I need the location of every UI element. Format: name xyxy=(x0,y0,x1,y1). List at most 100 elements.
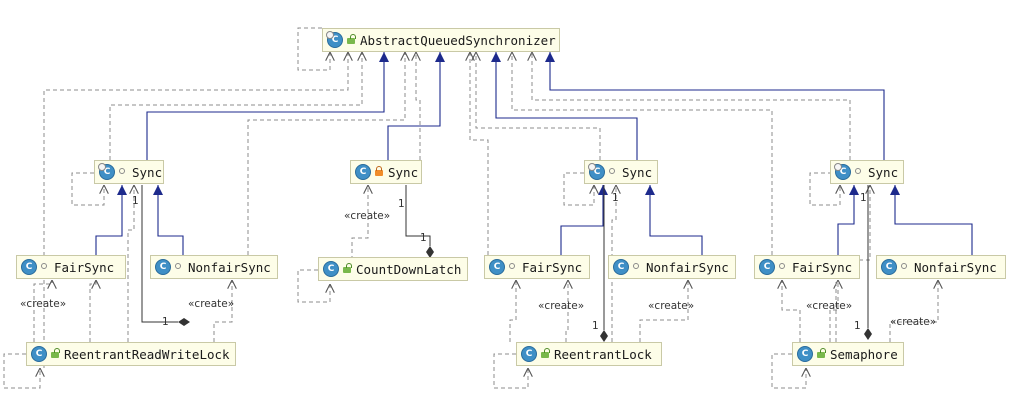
extends-nonfair-rrwl xyxy=(153,185,184,255)
open-lock-icon xyxy=(346,34,356,45)
class-fair-sync-rl[interactable]: C FairSync xyxy=(484,255,590,279)
create-label: «create» xyxy=(188,298,235,310)
multiplicity-label: 1 xyxy=(398,198,405,210)
class-sync-rrwl[interactable]: C Sync xyxy=(94,160,164,184)
class-icon: C xyxy=(31,346,47,362)
class-name: NonfairSync xyxy=(188,259,271,275)
abstract-marker-icon xyxy=(834,163,842,171)
multiplicity-label: 1 xyxy=(860,192,867,204)
class-count-down-latch[interactable]: C CountDownLatch xyxy=(318,257,468,281)
multiplicity-label: 1 xyxy=(132,195,139,207)
class-sync-sem[interactable]: C Sync xyxy=(830,160,904,184)
dep-sem-aqs xyxy=(512,52,773,255)
class-nonfair-sync-rl[interactable]: C NonfairSync xyxy=(608,255,736,279)
create-rrwl-fair-2 xyxy=(89,280,96,342)
class-icon: C xyxy=(326,31,343,48)
class-name: NonfairSync xyxy=(646,259,729,275)
class-fair-sync-sem[interactable]: C FairSync xyxy=(754,255,860,279)
class-icon: C xyxy=(355,164,371,180)
dep-rl-aqs xyxy=(470,52,489,255)
open-lock-icon xyxy=(342,263,352,274)
package-visibility-icon xyxy=(854,167,864,177)
class-nonfair-sync-rrwl[interactable]: C NonfairSync xyxy=(150,255,278,279)
multiplicity-label: 1 xyxy=(612,192,619,204)
package-visibility-icon xyxy=(118,167,128,177)
class-name: Sync xyxy=(622,164,653,180)
create-label: «create» xyxy=(890,316,937,328)
class-reentrant-lock[interactable]: C ReentrantLock xyxy=(516,342,662,366)
extends-sync-cdl xyxy=(387,52,445,160)
dependency-lines xyxy=(3,27,938,389)
multiplicity-label: 1 xyxy=(420,232,427,244)
extends-nonfair-sem xyxy=(890,185,973,255)
create-label: «create» xyxy=(806,300,853,312)
create-rrwl-nonfair xyxy=(213,280,232,342)
class-abstract-queued-synchronizer[interactable]: C AbstractQueuedSynchronizer xyxy=(322,28,560,52)
multiplicity-label: 1 xyxy=(162,316,169,328)
dep-cdl-aqs xyxy=(416,52,421,160)
create-label: «create» xyxy=(344,210,391,222)
class-name: CountDownLatch xyxy=(356,261,462,277)
class-name: Semaphore xyxy=(830,346,898,362)
create-sem-fair xyxy=(782,280,801,342)
create-rrwl-fair xyxy=(33,280,52,342)
class-icon: C xyxy=(881,259,897,275)
create-label: «create» xyxy=(538,300,585,312)
extends-fair-rrwl xyxy=(95,185,127,255)
class-sync-rl[interactable]: C Sync xyxy=(584,160,658,184)
abstract-marker-icon xyxy=(326,31,334,39)
package-visibility-icon xyxy=(632,262,642,272)
extends-fair-rl xyxy=(560,185,608,255)
create-rrwl-sync xyxy=(127,185,134,342)
class-icon: C xyxy=(521,346,537,362)
class-icon: C xyxy=(588,163,605,180)
package-visibility-icon xyxy=(174,262,184,272)
create-label: «create» xyxy=(20,298,67,310)
open-lock-icon xyxy=(540,348,550,359)
class-name: NonfairSync xyxy=(914,259,997,275)
package-visibility-icon xyxy=(40,262,50,272)
dep-fair-rrwl-aqs xyxy=(109,52,362,160)
open-lock-icon xyxy=(816,348,826,359)
inheritance-lines xyxy=(95,52,973,255)
class-name: Sync xyxy=(868,164,899,180)
multiplicity-label: 1 xyxy=(854,320,861,332)
class-name: FairSync xyxy=(792,259,853,275)
create-rl-fair xyxy=(509,280,516,342)
class-icon: C xyxy=(489,259,505,275)
class-name: Sync xyxy=(388,164,419,180)
class-name: FairSync xyxy=(54,259,115,275)
class-icon: C xyxy=(323,261,339,277)
class-icon: C xyxy=(21,259,37,275)
create-label: «create» xyxy=(648,300,695,312)
class-reentrant-read-write-lock[interactable]: C ReentrantReadWriteLock xyxy=(26,342,236,366)
dep-sync-rl-aqs xyxy=(476,52,601,160)
create-cdl-sync xyxy=(351,185,368,260)
multiplicity-label: 1 xyxy=(592,320,599,332)
package-visibility-icon xyxy=(608,167,618,177)
abstract-marker-icon xyxy=(588,163,596,171)
extends-sync-rl xyxy=(491,52,638,160)
class-icon: C xyxy=(797,346,813,362)
class-sync-cdl[interactable]: C Sync xyxy=(350,160,422,184)
class-name: ReentrantLock xyxy=(554,346,652,362)
class-semaphore[interactable]: C Semaphore xyxy=(792,342,904,366)
dep-sync-sem-aqs xyxy=(532,52,851,160)
extends-nonfair-rl xyxy=(645,185,703,255)
class-fair-sync-rrwl[interactable]: C FairSync xyxy=(16,255,126,279)
class-icon: C xyxy=(759,259,775,275)
package-visibility-icon xyxy=(508,262,518,272)
class-nonfair-sync-sem[interactable]: C NonfairSync xyxy=(876,255,1006,279)
dep-nonfair-rrwl-aqs xyxy=(247,52,405,255)
class-name: FairSync xyxy=(522,259,583,275)
comp-rrwl-sync xyxy=(141,185,190,326)
package-visibility-icon xyxy=(900,262,910,272)
class-name: Sync xyxy=(132,164,163,180)
package-visibility-icon xyxy=(778,262,788,272)
class-icon: C xyxy=(834,163,851,180)
class-name: AbstractQueuedSynchronizer xyxy=(360,32,556,48)
class-name: ReentrantReadWriteLock xyxy=(64,346,230,362)
create-sem-nonfair xyxy=(889,280,938,342)
lock-icon xyxy=(374,166,384,177)
uml-diagram: «create» «create» 1 1 «create» 1 1 «crea… xyxy=(0,0,1030,404)
